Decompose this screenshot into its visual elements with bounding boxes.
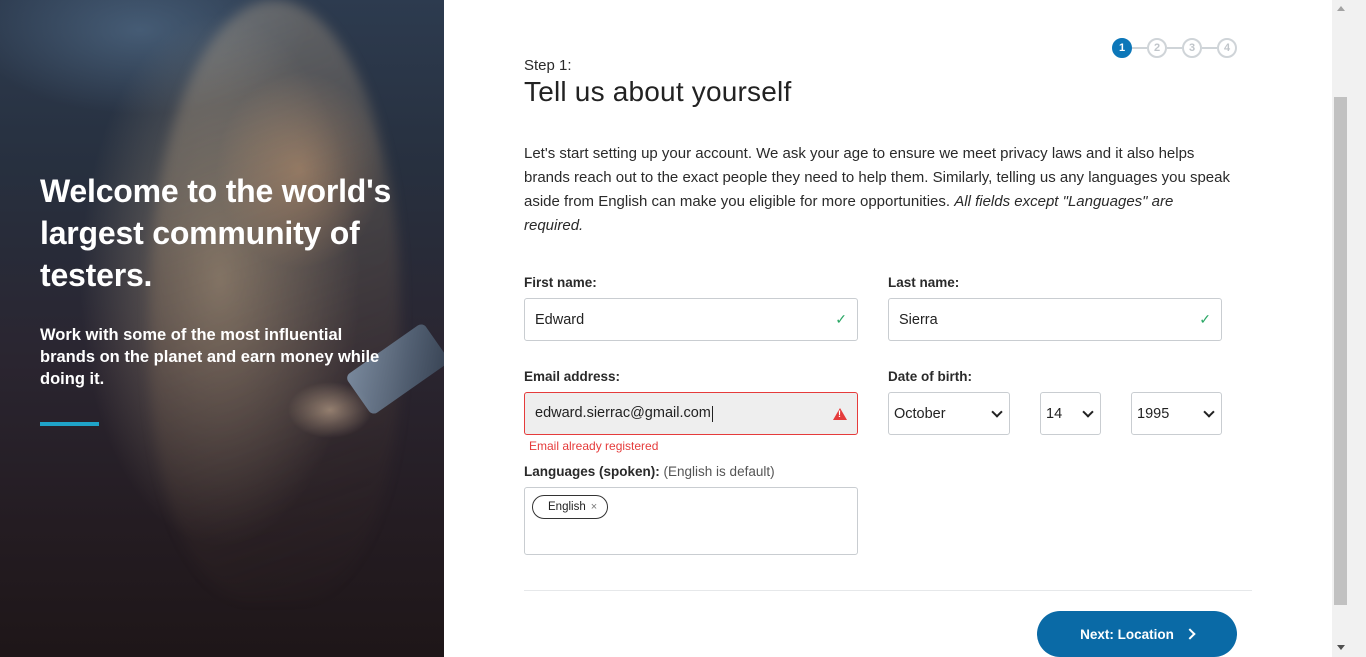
chevron-right-icon [1184, 628, 1196, 640]
progress-stepper: 1 2 3 4 [1112, 38, 1237, 58]
email-field[interactable]: edward.sierrac@gmail.com [524, 392, 858, 435]
hero-subtitle: Work with some of the most influential b… [40, 326, 380, 388]
step-label: Step 1: [524, 57, 572, 74]
languages-input[interactable]: English × [524, 487, 858, 555]
intro-text: Let's start setting up your account. We … [524, 142, 1236, 238]
check-icon: ✓ [1199, 311, 1211, 327]
email-text: edward.sierrac@gmail.com [535, 405, 711, 422]
chevron-down-icon [991, 405, 1003, 418]
warning-icon [833, 407, 847, 420]
dob-year-value: 1995 [1137, 405, 1170, 422]
step-4: 4 [1217, 38, 1237, 58]
signup-form-panel: 1 2 3 4 Step 1: Tell us about yourself L… [444, 0, 1332, 657]
hero-accent-bar [40, 422, 99, 426]
step-1: 1 [1112, 38, 1132, 58]
step-3: 3 [1182, 38, 1202, 58]
chevron-down-icon [1203, 405, 1215, 418]
last-name-value: Sierra [899, 311, 938, 328]
dob-month-value: October [894, 405, 946, 422]
hero-content: Welcome to the world's largest community… [40, 170, 410, 426]
text-cursor [711, 405, 713, 422]
email-value: edward.sierrac@gmail.com [535, 405, 833, 422]
step-connector [1202, 47, 1217, 49]
language-chip-label: English [548, 501, 586, 513]
email-error-message: Email already registered [529, 439, 659, 453]
scroll-up-arrow-icon[interactable] [1337, 6, 1345, 11]
first-name-field[interactable]: Edward ✓ [524, 298, 858, 341]
dob-year-select[interactable]: 1995 [1131, 392, 1222, 435]
scroll-down-arrow-icon[interactable] [1337, 645, 1345, 650]
last-name-label: Last name: [888, 275, 960, 290]
next-location-button[interactable]: Next: Location [1037, 611, 1237, 657]
step-connector [1167, 47, 1182, 49]
hero-panel: Welcome to the world's largest community… [0, 0, 444, 657]
languages-label: Languages (spoken): (English is default) [524, 464, 775, 479]
next-button-label: Next: Location [1080, 626, 1174, 642]
first-name-value: Edward [535, 311, 585, 328]
hero-title: Welcome to the world's largest community… [40, 173, 392, 293]
dob-day-value: 14 [1046, 405, 1063, 422]
dob-month-select[interactable]: October [888, 392, 1010, 435]
scrollbar-thumb[interactable] [1334, 97, 1347, 605]
languages-hint: (English is default) [663, 464, 775, 479]
page-scrollbar[interactable] [1332, 0, 1366, 657]
step-2: 2 [1147, 38, 1167, 58]
form-divider [524, 590, 1252, 591]
first-name-label: First name: [524, 275, 597, 290]
last-name-field[interactable]: Sierra ✓ [888, 298, 1222, 341]
chevron-down-icon [1082, 405, 1094, 418]
dob-day-select[interactable]: 14 [1040, 392, 1101, 435]
language-chip-english: English × [532, 495, 609, 519]
languages-label-text: Languages (spoken): [524, 464, 660, 479]
dob-label: Date of birth: [888, 369, 972, 384]
email-label: Email address: [524, 369, 621, 384]
remove-chip-icon[interactable]: × [591, 501, 597, 513]
step-connector [1132, 47, 1147, 49]
page-title: Tell us about yourself [524, 76, 792, 107]
check-icon: ✓ [835, 311, 847, 327]
